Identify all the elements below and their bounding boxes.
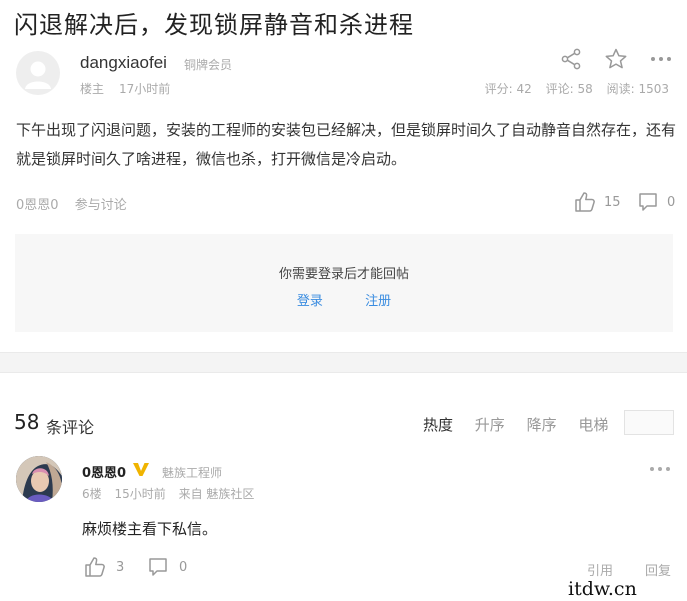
watermark: itdw.cn [562, 578, 687, 601]
comment-source: 来自 魅族社区 [178, 487, 255, 501]
commenter-avatar[interactable] [16, 456, 62, 502]
comment-meta: 6楼 15小时前 来自 魅族社区 [82, 485, 263, 502]
comment-reply-count: 0 [179, 559, 188, 575]
comments-count: 58 [14, 410, 40, 434]
post-time: 17小时前 [119, 82, 171, 96]
post-title: 闪退解决后，发现锁屏静音和杀进程 [14, 11, 414, 39]
more-icon[interactable] [648, 462, 672, 476]
author-badge: 铜牌会员 [184, 58, 233, 72]
sort-options: 热度 升序 降序 电梯 [423, 414, 625, 435]
comment-icon [639, 193, 657, 211]
comments-stat: 评论: 58 [545, 82, 593, 96]
tag-discussion[interactable]: 参与讨论 [75, 198, 127, 213]
login-link[interactable]: 登录 [297, 294, 323, 309]
register-link[interactable]: 注册 [365, 294, 391, 309]
verified-v-icon [133, 463, 149, 476]
reads-stat: 阅读: 1503 [606, 82, 669, 96]
quote-button[interactable]: 引用 [587, 560, 613, 579]
commenter-name[interactable]: 0恩恩0 [82, 462, 126, 481]
section-divider [0, 352, 687, 373]
post-stats: 评分: 42 评论: 58 阅读: 1503 [475, 80, 669, 97]
floor-jump-input[interactable] [624, 410, 674, 435]
comment-like-count: 3 [116, 559, 125, 575]
comment-reply-count-button[interactable]: 0 [147, 556, 187, 578]
like-button[interactable]: 15 [574, 191, 621, 213]
commenter-title: 魅族工程师 [162, 466, 223, 480]
sort-asc[interactable]: 升序 [475, 416, 505, 434]
comment-floor: 6楼 [82, 487, 102, 501]
login-links: 登录 注册 [15, 290, 673, 309]
score-stat: 评分: 42 [484, 82, 532, 96]
more-icon[interactable] [649, 47, 673, 71]
like-count: 15 [604, 194, 621, 210]
reply-button[interactable]: 回复 [645, 560, 671, 579]
comment-text: 麻烦楼主看下私信。 [82, 520, 218, 538]
author-avatar[interactable] [16, 51, 60, 95]
tag-user[interactable]: 0恩恩0 [16, 198, 59, 213]
login-prompt: 你需要登录后才能回帖 登录 注册 [15, 234, 673, 332]
post-floor: 楼主 [80, 82, 105, 96]
author-name[interactable]: dangxiaofei [80, 53, 167, 73]
thumbs-up-icon [85, 557, 105, 577]
comment-count: 0 [667, 194, 676, 210]
login-prompt-text: 你需要登录后才能回帖 [278, 267, 409, 282]
comment-button[interactable]: 0 [637, 191, 675, 213]
sort-hot[interactable]: 热度 [423, 416, 453, 434]
star-icon[interactable] [604, 47, 628, 71]
sort-elevator[interactable]: 电梯 [578, 416, 608, 434]
post-tags: 0恩恩0 参与讨论 [16, 194, 139, 213]
comment-icon [149, 558, 167, 576]
comments-count-label: 条评论 [46, 418, 95, 437]
comment-time: 15小时前 [114, 487, 166, 501]
thumbs-up-icon [575, 192, 595, 212]
post-body: 下午出现了闪退问题，安装的工程师的安装包已经解决，但是锁屏时间久了自动静音自然存… [16, 121, 677, 168]
sort-desc[interactable]: 降序 [527, 416, 557, 434]
share-icon[interactable] [559, 47, 583, 71]
comment-like-button[interactable]: 3 [84, 556, 124, 578]
